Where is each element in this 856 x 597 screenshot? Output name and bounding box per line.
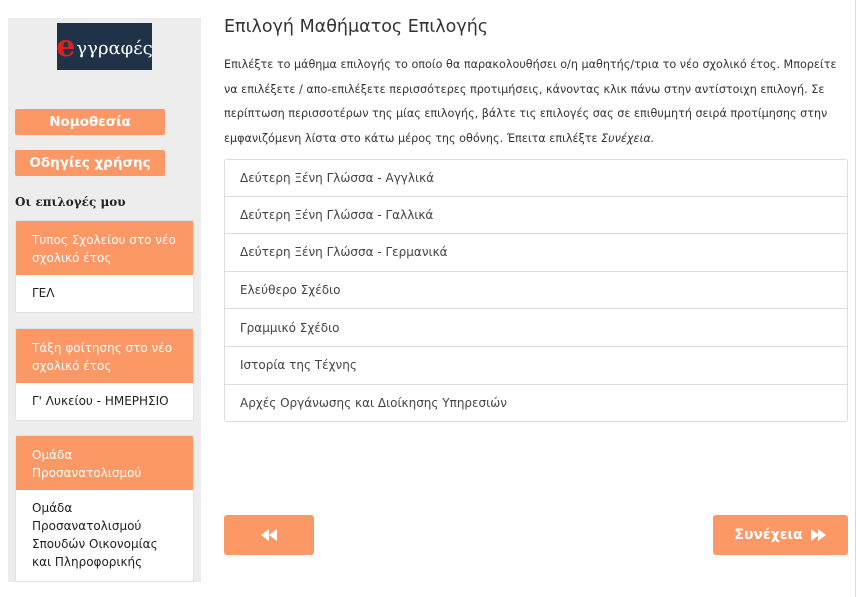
logo-text: γγραφές: [76, 37, 152, 59]
legislation-button[interactable]: Νομοθεσία: [15, 109, 165, 135]
choice-card-value: Γ' Λυκείου - ΗΜΕΡΗΣΙΟ: [32, 394, 169, 408]
continue-button[interactable]: Συνέχεια: [713, 515, 848, 555]
option-item[interactable]: Δεύτερη Ξένη Γλώσσα - Γαλλικά: [224, 196, 848, 235]
my-choices-heading: Οι επιλογές μου: [15, 195, 126, 209]
option-item[interactable]: Γραμμικό Σχέδιο: [224, 309, 848, 347]
choice-card-header: Τάξη φοίτησης στο νέο σχολικό έτος: [16, 329, 193, 383]
logo-initial: e: [57, 28, 76, 64]
egrafes-logo[interactable]: e γγραφές: [57, 23, 152, 70]
page-title: Επιλογή Μαθήματος Επιλογής: [224, 17, 489, 37]
continue-label: Συνέχεια: [734, 527, 803, 543]
choice-card-orientation-group: Ομάδα Προσανατολισμού Ομάδα Προσανατολισ…: [15, 435, 194, 582]
choice-card-value: Ομάδα Προσανατολισμού Σπουδών Οικονομίας…: [32, 501, 158, 569]
back-button[interactable]: [224, 515, 314, 555]
choice-card-class: Τάξη φοίτησης στο νέο σχολικό έτος Γ' Λυ…: [15, 328, 194, 421]
option-item[interactable]: Δεύτερη Ξένη Γλώσσα - Αγγλικά: [224, 159, 848, 197]
option-item[interactable]: Δεύτερη Ξένη Γλώσσα - Γερμανικά: [224, 234, 848, 272]
sidebar: e γγραφές Νομοθεσία Οδηγίες χρήσης Οι επι…: [8, 18, 201, 582]
instructions-emphasis: Συνέχεια.: [601, 131, 655, 145]
app-frame: e γγραφές Νομοθεσία Οδηγίες χρήσης Οι επι…: [0, 0, 856, 597]
option-item[interactable]: Ελεύθερο Σχέδιο: [224, 271, 848, 310]
instructions-text: Επιλέξτε το μάθημα επιλογής το οποίο θα …: [224, 53, 849, 151]
choice-card-header: Τυπος Σχολείου στο νέο σχολικό έτος: [16, 221, 193, 275]
fast-forward-icon: [810, 529, 827, 541]
fast-backward-icon: [261, 529, 277, 541]
option-item[interactable]: Ιστορία της Τέχνης: [224, 346, 848, 385]
option-item[interactable]: Αρχές Οργάνωσης και Διοίκησης Υπηρεσιών: [224, 384, 848, 423]
user-guide-button[interactable]: Οδηγίες χρήσης: [15, 150, 165, 176]
elective-options-list: Δεύτερη Ξένη Γλώσσα - Αγγλικά Δεύτερη Ξέ…: [224, 159, 848, 423]
choice-card-school-type: Τυπος Σχολείου στο νέο σχολικό έτος ΓΕΛ: [15, 220, 194, 313]
choice-card-value: ΓΕΛ: [32, 286, 55, 300]
instructions-body: Επιλέξτε το μάθημα επιλογής το οποίο θα …: [224, 58, 837, 145]
choice-card-header: Ομάδα Προσανατολισμού: [16, 436, 193, 490]
